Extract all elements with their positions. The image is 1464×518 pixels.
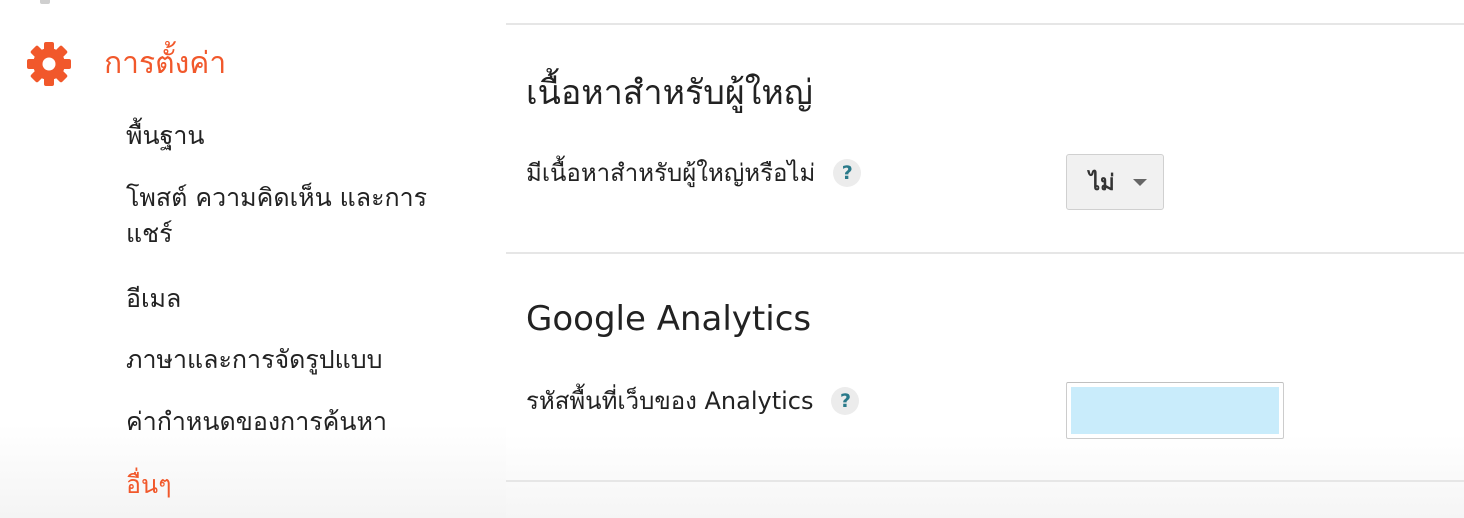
- sidebar-item-stub: [40, 0, 50, 4]
- analytics-id-input-frame: [1066, 382, 1284, 439]
- chevron-down-icon: [1132, 178, 1147, 186]
- adult-content-select-value: ไม่: [1089, 170, 1115, 196]
- gear-icon: [27, 42, 71, 86]
- analytics-id-input[interactable]: [1071, 387, 1279, 434]
- analytics-id-label: รหัสพื้นที่เว็บของ Analytics: [526, 387, 814, 415]
- settings-section-header[interactable]: การตั้งค่า: [26, 40, 226, 88]
- adult-content-title: เนื้อหาสำหรับผู้ใหญ่: [526, 73, 813, 113]
- settings-sidebar: การตั้งค่า พื้นฐาน โพสต์ ความคิดเห็น และ…: [0, 0, 506, 518]
- help-icon[interactable]: ?: [831, 387, 860, 415]
- sidebar-item-email[interactable]: อีเมล: [126, 281, 466, 317]
- sidebar-item-language-formatting[interactable]: ภาษาและการจัดรูปแบบ: [126, 342, 466, 378]
- sidebar-item-other[interactable]: อื่นๆ: [126, 467, 466, 503]
- sidebar-item-basic[interactable]: พื้นฐาน: [126, 118, 466, 154]
- settings-page: การตั้งค่า พื้นฐาน โพสต์ ความคิดเห็น และ…: [0, 0, 1464, 518]
- sidebar-item-search-preferences[interactable]: ค่ากำหนดของการค้นหา: [126, 404, 466, 440]
- adult-content-label: มีเนื้อหาสำหรับผู้ใหญ่หรือไม่: [526, 159, 816, 187]
- analytics-id-field: รหัสพื้นที่เว็บของ Analytics ?: [526, 384, 860, 418]
- divider: [506, 480, 1464, 482]
- adult-content-field: มีเนื้อหาสำหรับผู้ใหญ่หรือไม่ ?: [526, 156, 862, 190]
- google-analytics-title: Google Analytics: [526, 299, 812, 339]
- sidebar-item-posts-comments-sharing[interactable]: โพสต์ ความคิดเห็น และการแชร์: [126, 180, 466, 252]
- adult-content-select[interactable]: ไม่: [1066, 154, 1164, 210]
- settings-content: เนื้อหาสำหรับผู้ใหญ่ มีเนื้อหาสำหรับผู้ใ…: [506, 0, 1464, 518]
- settings-label: การตั้งค่า: [104, 46, 227, 81]
- help-icon[interactable]: ?: [833, 159, 862, 187]
- divider: [506, 252, 1464, 254]
- divider: [506, 23, 1464, 25]
